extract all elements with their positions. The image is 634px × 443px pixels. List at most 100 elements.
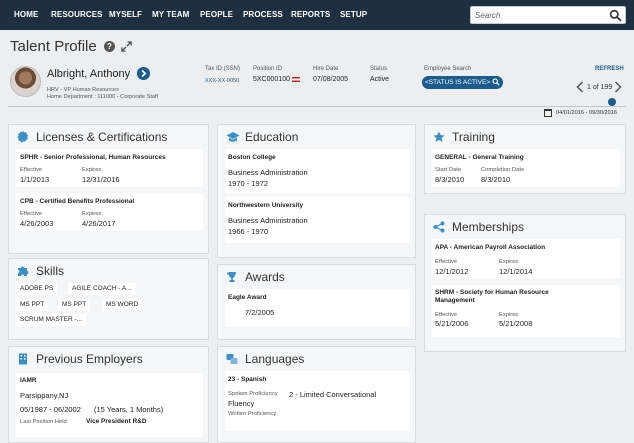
search-icon[interactable] bbox=[609, 9, 622, 22]
education-years: 1970 - 1972 bbox=[228, 179, 269, 188]
employer-item[interactable]: IAMR Parsippany,NJ 05/1987 - 06/2002 (15… bbox=[16, 373, 203, 437]
skill-chip[interactable]: MS PPT bbox=[16, 299, 49, 311]
star-icon bbox=[433, 131, 445, 142]
license-item[interactable]: SPHR - Senior Professional, Human Resour… bbox=[16, 149, 203, 187]
tax-id-label: Tax ID (SSN) bbox=[205, 66, 241, 72]
award-item[interactable]: Eagle Award 7/2/2005 bbox=[225, 289, 410, 327]
collapse-icon[interactable] bbox=[608, 98, 616, 106]
expires-value: 12/1/2014 bbox=[499, 267, 533, 276]
spoken-proficiency-value: 2 - Limited Conversational bbox=[289, 390, 377, 399]
building-icon bbox=[19, 353, 27, 365]
skill-chip[interactable]: SCRUM MASTER -... bbox=[16, 314, 87, 326]
nav-item-home[interactable]: HOME bbox=[14, 10, 38, 19]
tax-id-value[interactable]: XXX-XX-0050 bbox=[205, 78, 239, 84]
nav-item-reports[interactable]: REPORTS bbox=[291, 10, 330, 19]
effective-value: 4/26/2003 bbox=[20, 219, 54, 228]
education-item[interactable]: Boston College Business Administration 1… bbox=[225, 149, 410, 193]
expires-value: 5/21/2008 bbox=[499, 319, 533, 328]
employee-job: HRV - VP Human Resources bbox=[47, 87, 119, 93]
puzzle-icon bbox=[18, 266, 29, 276]
status-value: Active bbox=[370, 76, 390, 83]
start-date-label: Start Date bbox=[435, 167, 462, 173]
effective-value: 1/1/2013 bbox=[20, 175, 50, 184]
skill-chip[interactable]: AGILE COACH - A... bbox=[68, 283, 136, 295]
awards-title: Awards bbox=[245, 270, 285, 284]
employer-location: Parsippany,NJ bbox=[20, 391, 69, 400]
education-school: Northwestern University bbox=[228, 202, 304, 209]
expires-label: Expires bbox=[82, 211, 102, 217]
nav-item-setup[interactable]: SETUP bbox=[340, 10, 367, 19]
calendar-icon[interactable] bbox=[544, 109, 552, 117]
start-date-value: 8/3/2010 bbox=[435, 175, 465, 184]
expires-value: 4/26/2017 bbox=[82, 219, 116, 228]
skill-chip[interactable]: MS WORD bbox=[102, 299, 143, 311]
skill-chip[interactable]: MS PPT bbox=[58, 299, 91, 311]
hire-date-value: 07/08/2005 bbox=[313, 76, 349, 83]
nav-item-process[interactable]: PROCESS bbox=[243, 10, 283, 19]
award-name: Eagle Award bbox=[228, 294, 267, 301]
top-nav-bar: HOME RESOURCES MYSELF MY TEAM PEOPLE PRO… bbox=[0, 0, 634, 30]
language-name: 23 - Spanish bbox=[228, 376, 267, 383]
page-title: Talent Profile bbox=[10, 38, 97, 55]
expires-label: Expires bbox=[499, 312, 519, 318]
effective-value: 12/1/2012 bbox=[435, 267, 469, 276]
awards-card: Awards Eagle Award 7/2/2005 bbox=[217, 264, 416, 340]
skills-card: Skills ADOBE PS AGILE COACH - A... MS PP… bbox=[8, 258, 209, 340]
us-flag-icon bbox=[291, 76, 300, 82]
help-icon[interactable]: ? bbox=[104, 41, 115, 52]
nav-item-my-team[interactable]: MY TEAM bbox=[152, 10, 189, 19]
navigate-arrow-icon[interactable] bbox=[137, 67, 150, 80]
expand-icon[interactable] bbox=[121, 41, 132, 52]
effective-label: Effective bbox=[435, 312, 458, 318]
trophy-icon bbox=[226, 272, 237, 282]
employer-duration: (15 Years, 1 Months) bbox=[94, 405, 164, 414]
chevron-left-icon[interactable] bbox=[576, 81, 584, 93]
skill-chip[interactable]: ADOBE PS bbox=[16, 283, 58, 295]
written-proficiency-label: Written Proficiency bbox=[228, 411, 277, 417]
language-item[interactable]: 23 - Spanish Spoken Proficiency 2 - Limi… bbox=[225, 371, 410, 431]
position-id-value: 5XC000100 bbox=[253, 76, 290, 83]
search-placeholder: Search bbox=[475, 11, 501, 20]
nav-item-myself[interactable]: MYSELF bbox=[109, 10, 142, 19]
employee-search-filter[interactable]: <STATUS IS ACTIVE> bbox=[422, 76, 503, 89]
employer-dates: 05/1987 - 06/2002 bbox=[20, 405, 81, 414]
search-icon[interactable] bbox=[492, 78, 500, 86]
training-item[interactable]: GENERAL - General Training Start Date 8/… bbox=[432, 149, 620, 187]
effective-value: 5/21/2006 bbox=[435, 319, 469, 328]
training-title: Training bbox=[452, 130, 495, 144]
education-item[interactable]: Northwestern University Business Adminis… bbox=[225, 197, 410, 243]
education-field: Business Administration bbox=[228, 216, 308, 225]
award-date: 7/2/2005 bbox=[245, 308, 275, 317]
nav-item-people[interactable]: PEOPLE bbox=[200, 10, 233, 19]
expires-value: 12/31/2016 bbox=[82, 175, 120, 184]
effective-label: Effective bbox=[20, 167, 43, 173]
status-label: Status bbox=[370, 66, 388, 72]
expires-label: Expires bbox=[82, 167, 102, 173]
education-school: Boston College bbox=[228, 154, 276, 161]
training-name: GENERAL - General Training bbox=[435, 154, 524, 161]
memberships-card: Memberships APA - American Payroll Assoc… bbox=[424, 214, 626, 352]
memberships-title: Memberships bbox=[452, 220, 525, 234]
nav-item-resources[interactable]: RESOURCES bbox=[51, 10, 103, 19]
completion-date-value: 8/3/2010 bbox=[481, 175, 511, 184]
refresh-link[interactable]: REFRESH bbox=[595, 66, 624, 72]
pager-count: 1 of 199 bbox=[587, 84, 613, 91]
membership-name: SHRM - Society for Human Resource Manage… bbox=[435, 289, 549, 304]
effective-label: Effective bbox=[435, 259, 458, 265]
license-item[interactable]: CPB - Certified Benefits Professional Ef… bbox=[16, 193, 203, 231]
chevron-right-icon[interactable] bbox=[614, 81, 622, 93]
membership-item[interactable]: APA - American Payroll Association Effec… bbox=[432, 239, 620, 279]
membership-item[interactable]: SHRM - Society for Human Resource Manage… bbox=[432, 285, 620, 337]
education-field: Business Administration bbox=[228, 168, 308, 177]
last-position-value: Vice President R&D bbox=[86, 418, 147, 425]
search-input[interactable]: Search bbox=[470, 6, 626, 24]
license-name: SPHR - Senior Professional, Human Resour… bbox=[20, 154, 166, 161]
education-card: Education Boston College Business Admini… bbox=[217, 124, 416, 258]
employee-home-department: Home Department : 111000 - Corporate Sta… bbox=[47, 94, 158, 100]
previous-employers-card: Previous Employers IAMR Parsippany,NJ 05… bbox=[8, 346, 209, 443]
date-range: 04/01/2016 - 09/30/2016 bbox=[556, 110, 617, 116]
graduation-cap-icon bbox=[226, 132, 240, 142]
membership-name: APA - American Payroll Association bbox=[435, 244, 546, 251]
avatar bbox=[10, 66, 41, 97]
header-divider bbox=[8, 106, 626, 107]
